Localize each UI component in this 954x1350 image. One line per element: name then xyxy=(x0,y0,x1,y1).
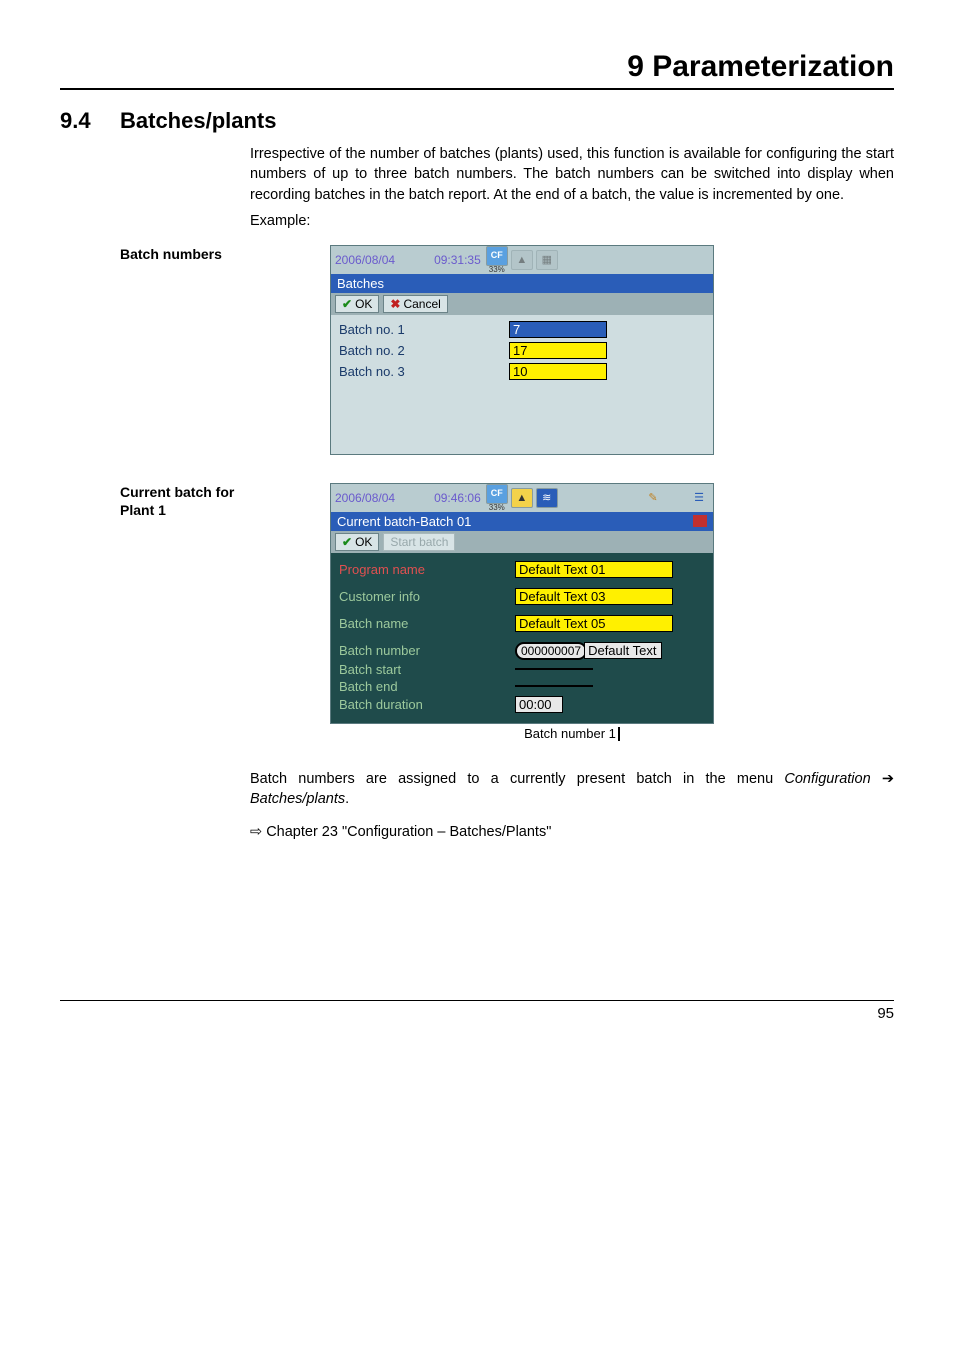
row-value: 00:00 xyxy=(515,696,563,713)
row-value xyxy=(515,685,593,687)
cf-icon: CF xyxy=(486,246,508,266)
panel-title: Batches xyxy=(337,276,384,291)
cross-reference: ⇨ Chapter 23 "Configuration – Batches/Pl… xyxy=(250,824,894,840)
row-label: Batch end xyxy=(339,679,515,694)
wave-icon[interactable]: ≋ xyxy=(536,488,558,508)
printer-icon[interactable] xyxy=(693,515,707,527)
row-label: Batch no. 2 xyxy=(339,343,509,358)
panel-header: Batches xyxy=(331,274,713,293)
row-value[interactable]: Default Text 05 xyxy=(515,615,673,632)
caption-pointer xyxy=(618,727,620,741)
ok-button[interactable]: ✔OK xyxy=(335,295,379,313)
row-label: Program name xyxy=(339,562,515,577)
section-heading: 9.4 Batches/plants xyxy=(60,108,894,134)
title-rule xyxy=(60,88,894,90)
ok-button[interactable]: ✔OK xyxy=(335,533,379,551)
row-customer-info: Customer info Default Text 03 xyxy=(339,588,705,605)
topbar: 2006/08/04 09:31:35 CF 33% ▲ ▦ xyxy=(331,246,713,274)
screenshot-caption: Batch number 1 xyxy=(250,726,894,741)
side-label-batch-numbers: Batch numbers xyxy=(120,245,250,263)
menu-icon[interactable]: ☰ xyxy=(689,489,709,507)
row-label: Batch no. 3 xyxy=(339,364,509,379)
screenshot-batches: 2006/08/04 09:31:35 CF 33% ▲ ▦ Batches ✔… xyxy=(330,245,714,455)
row-label: Customer info xyxy=(339,589,515,604)
row-value[interactable]: 17 xyxy=(509,342,607,359)
topbar-time: 09:46:06 xyxy=(434,491,481,505)
intro-paragraph: Irrespective of the number of batches (p… xyxy=(250,144,894,205)
panel-body: Batch no. 1 7 Batch no. 2 17 Batch no. 3… xyxy=(331,315,713,454)
bell-icon[interactable]: ▲ xyxy=(511,488,533,508)
batch-number-value[interactable]: 000000007 xyxy=(515,642,587,660)
panel-title: Current batch-Batch 01 xyxy=(337,514,471,529)
row-label: Batch name xyxy=(339,616,515,631)
page-number: 95 xyxy=(60,1005,894,1022)
menu-path-batches: Batches/plants xyxy=(250,791,345,807)
cf-percent: 33% xyxy=(489,504,505,512)
row-batch1[interactable]: Batch no. 1 7 xyxy=(339,321,705,338)
screenshot-current-batch: 2006/08/04 09:46:06 CF 33% ▲ ≋ ✎ ☰ Curre… xyxy=(330,483,714,724)
row-value xyxy=(515,668,593,670)
row-label: Batch number xyxy=(339,643,515,658)
chapter-title: 9 Parameterization xyxy=(60,50,894,84)
row-value-selected[interactable]: 7 xyxy=(509,321,607,338)
row-value[interactable]: Default Text 03 xyxy=(515,588,673,605)
row-label: Batch start xyxy=(339,662,515,677)
example-label: Example: xyxy=(250,213,894,229)
row-label: Batch no. 1 xyxy=(339,322,509,337)
cf-percent: 33% xyxy=(489,266,505,274)
start-batch-button: Start batch xyxy=(383,533,455,551)
topbar-time: 09:31:35 xyxy=(434,253,481,267)
row-batch2[interactable]: Batch no. 2 17 xyxy=(339,342,705,359)
topbar: 2006/08/04 09:46:06 CF 33% ▲ ≋ ✎ ☰ xyxy=(331,484,713,512)
bell-icon: ▲ xyxy=(511,250,533,270)
row-batch3[interactable]: Batch no. 3 10 xyxy=(339,363,705,380)
keypad-icon: ▦ xyxy=(536,250,558,270)
panel-body: Program name Default Text 01 Customer in… xyxy=(331,553,713,723)
section-name: Batches/plants xyxy=(120,108,277,134)
row-program-name: Program name Default Text 01 xyxy=(339,561,705,578)
row-batch-start: Batch start xyxy=(339,662,705,677)
panel-header: Current batch-Batch 01 xyxy=(331,512,713,531)
cf-icon: CF xyxy=(486,484,508,504)
menu-path-config: Configuration xyxy=(784,771,870,787)
pen-icon[interactable]: ✎ xyxy=(643,489,663,507)
row-batch-number: Batch number 000000007Default Text xyxy=(339,642,705,660)
row-batch-end: Batch end xyxy=(339,679,705,694)
batch-number-suffix: Default Text xyxy=(584,642,662,659)
button-row: ✔OK ✖Cancel xyxy=(331,293,713,315)
topbar-date: 2006/08/04 xyxy=(335,491,395,505)
footer-rule xyxy=(60,1000,894,1001)
side-label-current-batch: Current batch for Plant 1 xyxy=(120,483,250,519)
cancel-button[interactable]: ✖Cancel xyxy=(383,295,447,313)
topbar-date: 2006/08/04 xyxy=(335,253,395,267)
row-value[interactable]: Default Text 01 xyxy=(515,561,673,578)
row-value[interactable]: 10 xyxy=(509,363,607,380)
row-batch-duration: Batch duration 00:00 xyxy=(339,696,705,713)
section-number: 9.4 xyxy=(60,108,120,134)
button-row: ✔OK Start batch xyxy=(331,531,713,553)
row-label: Batch duration xyxy=(339,697,515,712)
row-batch-name: Batch name Default Text 05 xyxy=(339,615,705,632)
footnote-paragraph: Batch numbers are assigned to a currentl… xyxy=(250,769,894,810)
